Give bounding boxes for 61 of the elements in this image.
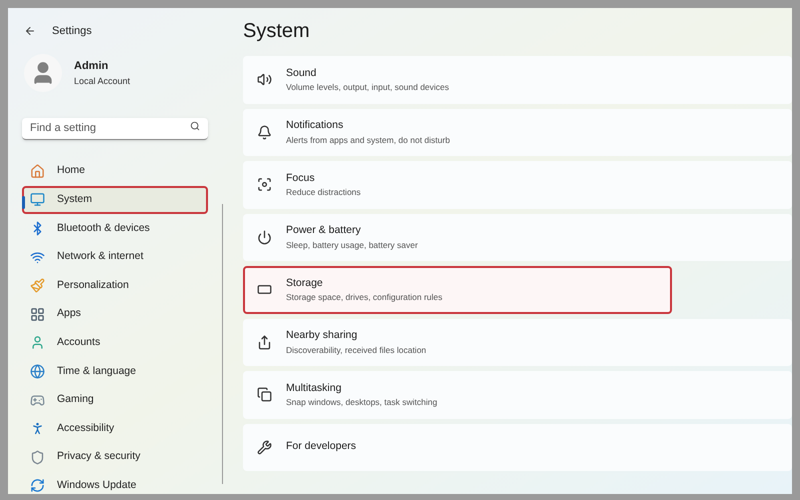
- share-icon: [257, 334, 272, 350]
- card-description: Sleep, battery usage, battery saver: [286, 238, 418, 252]
- power-icon: [257, 230, 272, 245]
- card-description: Reduce distractions: [286, 186, 361, 199]
- card-title: Sound: [286, 66, 318, 80]
- sidebar-item[interactable]: Accessibility: [22, 414, 208, 443]
- tools-icon: [257, 440, 272, 455]
- sidebar-item[interactable]: Privacy & security: [22, 442, 208, 472]
- card-description: Storage space, drives, configuration rules: [286, 291, 442, 304]
- sidebar-item[interactable]: Home: [22, 157, 208, 186]
- sidebar-item[interactable]: Bluetooth & devices: [22, 214, 208, 243]
- back-icon[interactable]: [24, 25, 36, 37]
- settings-card[interactable]: For developers: [243, 424, 792, 471]
- sidebar-item[interactable]: Time & language: [22, 357, 208, 386]
- card-description: Discoverability, received files location: [286, 344, 426, 356]
- page-title: System: [243, 19, 311, 44]
- globe-icon: [30, 364, 45, 379]
- sidebar-item[interactable]: Apps: [22, 300, 208, 329]
- card-title: Notifications: [286, 118, 344, 133]
- sidebar-item[interactable]: Windows Update: [22, 472, 208, 494]
- card-title: Focus: [286, 170, 316, 186]
- speaker-icon: [257, 72, 272, 88]
- settings-card[interactable]: Focus Reduce distractions: [243, 161, 792, 208]
- update-icon: [30, 478, 45, 494]
- card-title: For developers: [286, 439, 356, 454]
- settings-card[interactable]: Sound Volume levels, output, input, sound devices: [243, 56, 792, 104]
- account-name: Admin: [74, 59, 110, 74]
- sidebar-item[interactable]: System: [22, 186, 208, 214]
- card-description: Snap windows, desktops, task switching: [286, 396, 438, 409]
- card-title: Storage: [286, 276, 324, 290]
- card-description: Alerts from apps and system, do not disturb: [286, 134, 450, 146]
- settings-card[interactable]: Notifications Alerts from apps and system, do not disturb: [243, 108, 792, 156]
- settings-card[interactable]: Power & battery Sleep, battery usage, battery saver: [243, 214, 792, 261]
- home-icon: [30, 164, 45, 179]
- card-title: Nearby sharing: [286, 328, 358, 343]
- person-icon: [30, 335, 45, 350]
- windows-stack-icon: [257, 387, 272, 402]
- shield-icon: [30, 450, 45, 465]
- monitor-icon: [30, 192, 45, 208]
- bell-icon: [257, 124, 272, 140]
- account-type: Local Account: [74, 74, 130, 88]
- card-title: Multitasking: [286, 380, 342, 396]
- search-icon[interactable]: [190, 121, 200, 131]
- sidebar-item[interactable]: Accounts: [22, 328, 208, 358]
- paintbrush-icon: [30, 278, 45, 294]
- wifi-icon: [30, 250, 45, 265]
- settings-card[interactable]: Storage Storage space, drives, configuration rules: [243, 266, 672, 314]
- apps-grid-icon: [30, 306, 45, 322]
- focus-icon: [257, 177, 272, 192]
- search-field[interactable]: Find a setting: [22, 118, 208, 140]
- card-title: Power & battery: [286, 223, 362, 238]
- card-description: Volume levels, output, input, sound devices: [286, 81, 450, 94]
- sidebar-item[interactable]: Personalization: [22, 271, 208, 300]
- sidebar-item[interactable]: Network & internet: [22, 242, 208, 272]
- accessibility-icon: [30, 421, 45, 436]
- selection-indicator: [22, 196, 25, 209]
- window-title: Settings: [52, 24, 92, 39]
- sidebar-item[interactable]: Gaming: [22, 386, 208, 414]
- gamepad-icon: [30, 392, 45, 408]
- settings-card[interactable]: Nearby sharing Discoverability, received files location: [243, 318, 792, 366]
- settings-card[interactable]: Multitasking Snap windows, desktops, task switching: [243, 371, 792, 418]
